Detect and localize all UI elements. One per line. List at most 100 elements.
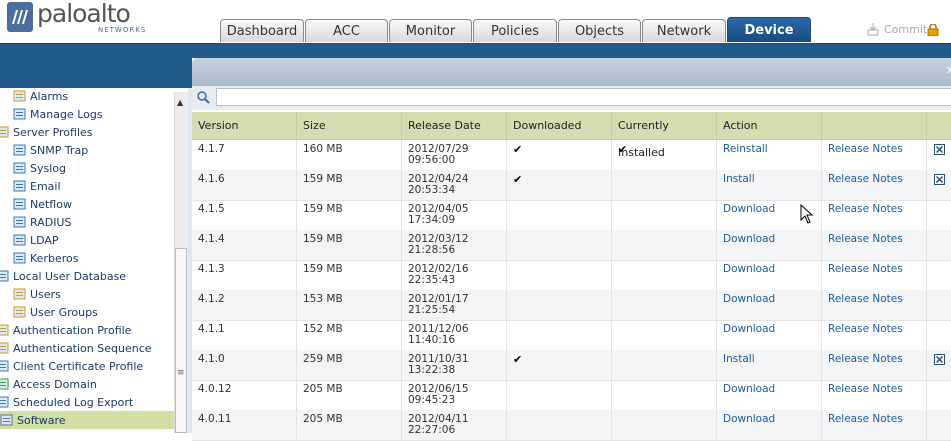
release-notes-link[interactable]: Release Notes	[828, 293, 903, 305]
delete-icon[interactable]	[934, 144, 945, 155]
column-header[interactable]: Size	[297, 112, 402, 139]
release-time-text: 17:34:09	[408, 214, 456, 226]
certificate-icon	[0, 360, 9, 372]
column-header[interactable]: Downloaded	[507, 112, 612, 139]
table-row: 4.1.5 159 MB 2012/04/05 17:34:09 Download Rel…	[192, 200, 951, 231]
version-text: 4.1.1	[198, 323, 225, 335]
tab-dashboard[interactable]: Dashboard	[220, 19, 304, 42]
search-input[interactable]	[216, 88, 951, 106]
release-notes-link[interactable]: Release Notes	[828, 173, 903, 185]
action-cell: Download	[717, 320, 822, 350]
sidebar-item-scheduled-log-export[interactable]: Scheduled Log Export	[0, 393, 133, 411]
sidebar-item-syslog[interactable]: Syslog	[13, 159, 66, 177]
tab-objects[interactable]: Objects	[558, 19, 641, 42]
action-link[interactable]: Reinstall	[723, 143, 768, 155]
tab-device[interactable]: Device	[727, 17, 811, 42]
release-notes-link[interactable]: Release Notes	[828, 263, 903, 275]
installed-check-icon: ✔	[618, 143, 628, 156]
sidebar-item-local-user-database[interactable]: Local User Database	[0, 267, 126, 285]
auth-sequence-icon	[0, 342, 9, 354]
action-link[interactable]: Download	[723, 293, 775, 305]
sidebar-item-software[interactable]: Software	[0, 411, 174, 429]
delete-icon[interactable]	[934, 354, 945, 365]
sidebar-item-access-domain[interactable]: Access Domain	[0, 375, 97, 393]
column-header[interactable]: Currently Installed	[612, 112, 717, 159]
size-cell: 160 MB	[297, 140, 402, 170]
sidebar-item-netflow[interactable]: Netflow	[13, 195, 72, 213]
release-notes-link[interactable]: Release Notes	[828, 413, 903, 425]
tab-network[interactable]: Network	[642, 19, 726, 42]
action-link[interactable]: Download	[723, 203, 775, 215]
sidebar-item-manage-logs[interactable]: Manage Logs	[13, 105, 103, 123]
logo-subtext: NETWORKS	[98, 26, 147, 34]
search-icon[interactable]	[196, 90, 210, 104]
version-cell: 4.0.11	[192, 410, 297, 440]
action-link[interactable]: Download	[723, 383, 775, 395]
release-date-cell: 2012/01/17 21:25:54	[402, 290, 507, 320]
downloaded-cell	[507, 410, 612, 440]
tab-policies[interactable]: Policies	[473, 19, 557, 42]
release-date-cell: 2012/04/05 17:34:09	[402, 200, 507, 230]
sidebar-item-kerberos[interactable]: Kerberos	[13, 249, 78, 267]
action-cell: Download	[717, 410, 822, 440]
scroll-up-icon[interactable]: ▲	[177, 98, 183, 107]
sidebar-item-snmp-trap[interactable]: SNMP Trap	[13, 141, 88, 159]
sidebar-item-client-certificate-profile[interactable]: Client Certificate Profile	[0, 357, 143, 375]
release-date-cell: 2012/02/16 22:35:43	[402, 260, 507, 290]
action-link[interactable]: Download	[723, 233, 775, 245]
table-row: 4.0.11 205 MB 2012/04/11 22:27:06 Download Re…	[192, 410, 951, 441]
main-tabs: Dashboard ACC Monitor Policies Objects Networ…	[220, 17, 812, 44]
installed-cell	[612, 350, 717, 380]
sidebar-item-email[interactable]: Email	[13, 177, 61, 195]
action-cell: Download	[717, 380, 822, 410]
tab-monitor[interactable]: Monitor	[389, 19, 472, 42]
release-notes-link[interactable]: Release Notes	[828, 233, 903, 245]
action-link[interactable]: Download	[723, 263, 775, 275]
release-notes-link[interactable]: Release Notes	[828, 203, 903, 215]
sidebar-item-alarms[interactable]: Alarms	[13, 88, 68, 105]
size-text: 152 MB	[303, 323, 343, 335]
sidebar-item-label: Kerberos	[30, 251, 79, 265]
server-profiles-icon	[0, 126, 9, 138]
panel-close-icon[interactable]: ✕	[946, 64, 951, 77]
action-link[interactable]: Install	[723, 353, 755, 365]
version-cell: 4.1.4	[192, 230, 297, 260]
release-notes-link[interactable]: Release Notes	[828, 383, 903, 395]
sidebar-item-authentication-sequence[interactable]: Authentication Sequence	[0, 339, 152, 357]
column-header[interactable]: Version	[192, 112, 297, 139]
release-notes-link[interactable]: Release Notes	[828, 353, 903, 365]
delete-icon[interactable]	[934, 174, 945, 185]
action-cell: Install	[717, 350, 822, 380]
downloaded-check-icon: ✔	[513, 143, 523, 156]
action-link[interactable]: Install	[723, 173, 755, 185]
release-notes-cell: Release Notes	[822, 140, 927, 170]
column-header[interactable]: Action	[717, 112, 822, 139]
sidebar-item-user-groups[interactable]: User Groups	[13, 303, 98, 321]
size-text: 160 MB	[303, 143, 343, 155]
lock-icon[interactable]	[927, 24, 939, 36]
size-text: 159 MB	[303, 263, 343, 275]
snmp-icon	[13, 144, 26, 156]
installed-cell: ✔	[612, 140, 717, 170]
version-text: 4.1.6	[198, 173, 225, 185]
downloaded-cell	[507, 200, 612, 230]
sidebar-item-ldap[interactable]: LDAP	[13, 231, 59, 249]
sidebar-item-radius[interactable]: RADIUS	[13, 213, 71, 231]
column-header[interactable]	[822, 112, 927, 139]
sidebar-item-authentication-profile[interactable]: Authentication Profile	[0, 321, 131, 339]
action-link[interactable]: Download	[723, 323, 775, 335]
table-row: 4.1.1 152 MB 2011/12/06 11:40:16 Download Rel…	[192, 320, 951, 351]
action-link[interactable]: Download	[723, 413, 775, 425]
column-header[interactable]: Release Date	[402, 112, 507, 139]
commit-button[interactable]: Commit	[866, 22, 927, 36]
sidebar-scroll-thumb[interactable]	[175, 248, 187, 433]
auth-profile-icon	[0, 324, 9, 336]
tab-acc[interactable]: ACC	[305, 19, 388, 42]
sidebar-item-label: RADIUS	[30, 215, 72, 229]
release-notes-link[interactable]: Release Notes	[828, 323, 903, 335]
sidebar-item-label: Email	[30, 179, 61, 193]
sidebar-item-server-profiles[interactable]: Server Profiles	[0, 123, 93, 141]
release-notes-link[interactable]: Release Notes	[828, 143, 903, 155]
size-text: 259 MB	[303, 353, 343, 365]
sidebar-item-users[interactable]: Users	[13, 285, 61, 303]
